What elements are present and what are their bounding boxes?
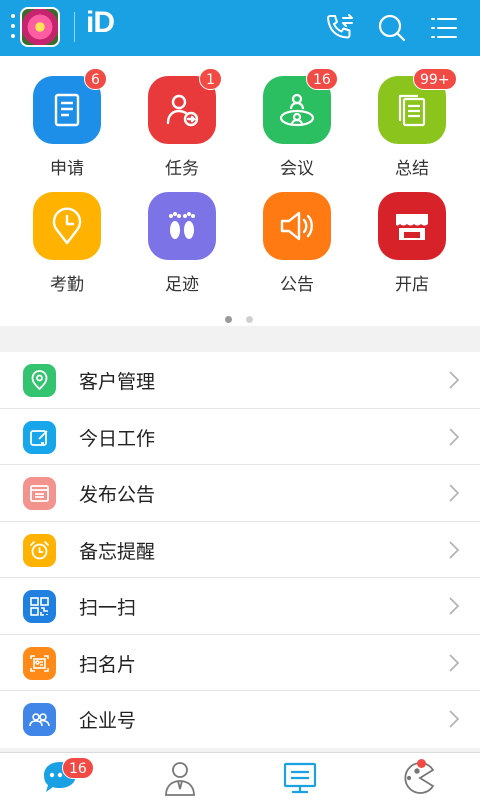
list-item-customer[interactable]: 客户管理: [0, 352, 480, 409]
badge: 99+: [413, 68, 457, 90]
badge: 16: [306, 68, 338, 90]
grid-item-summary[interactable]: 99+ 总结: [345, 56, 465, 179]
grid-item-footprint[interactable]: 足迹: [115, 172, 235, 295]
list-item-label: 客户管理: [79, 371, 156, 393]
list-item-label: 今日工作: [79, 427, 156, 450]
list-item-label: 企业号: [79, 710, 137, 732]
chevron-right-icon: [449, 710, 460, 728]
location-pin-icon: [23, 364, 56, 397]
chevron-right-icon: [449, 597, 460, 615]
tab-workbench[interactable]: [240, 753, 360, 800]
grid-item-label: 开店: [395, 275, 429, 295]
list-item-publish-notice[interactable]: 发布公告: [0, 465, 480, 522]
badge: 16: [62, 757, 94, 779]
group-icon: [23, 703, 56, 736]
feature-grid: 6 申请 1 任务 16 会议 99+ 总结 考勤 足迹 公告 开店: [0, 56, 480, 326]
grid-item-meeting[interactable]: 16 会议: [230, 56, 350, 179]
grid-item-label: 公告: [280, 275, 314, 295]
call-transfer-icon[interactable]: [322, 10, 358, 46]
page-dot[interactable]: [246, 316, 253, 323]
chevron-right-icon: [449, 427, 460, 446]
grid-item-label: 考勤: [50, 275, 84, 295]
browser-icon: [23, 477, 56, 510]
grid-item-announcement[interactable]: 公告: [230, 172, 350, 295]
grid-item-task[interactable]: 1 任务: [115, 56, 235, 179]
page-indicator: [225, 308, 267, 327]
store-icon: [378, 192, 446, 260]
chevron-right-icon: [449, 540, 460, 559]
list-item-label: 扫名片: [79, 653, 137, 676]
bottom-tab-bar: 16: [0, 752, 480, 800]
badge: 1: [199, 68, 222, 90]
speaker-icon: [263, 192, 331, 260]
chevron-right-icon: [449, 371, 460, 389]
app-logo: iD: [86, 6, 115, 39]
grid-item-label: 足迹: [165, 275, 199, 295]
footprints-icon: [148, 192, 216, 260]
header-divider: [74, 12, 75, 42]
chevron-right-icon: [449, 653, 460, 672]
edit-icon: [23, 420, 56, 454]
tab-messages[interactable]: 16: [0, 753, 120, 800]
list-menu-icon[interactable]: [426, 10, 462, 46]
page-dot-active[interactable]: [225, 316, 232, 323]
clock-pin-icon: [33, 192, 101, 260]
grid-item-apply[interactable]: 6 申请: [0, 56, 120, 179]
list-item-scan[interactable]: 扫一扫: [0, 578, 480, 635]
list-item-label: 备忘提醒: [79, 540, 156, 563]
notification-dot: [417, 759, 426, 768]
contacts-icon: [165, 762, 195, 796]
chevron-right-icon: [449, 484, 460, 502]
grid-item-attendance[interactable]: 考勤: [0, 172, 120, 295]
badge: 6: [84, 68, 107, 90]
list-item-memo-reminder[interactable]: 备忘提醒: [0, 522, 480, 578]
app-header: iD: [0, 0, 480, 56]
card-icon: [23, 646, 56, 680]
monitor-icon: [283, 762, 317, 794]
list-item-scan-card[interactable]: 扫名片: [0, 635, 480, 691]
tab-games[interactable]: [360, 753, 480, 800]
avatar[interactable]: [20, 7, 60, 47]
grid-item-open-store[interactable]: 开店: [345, 172, 465, 295]
list-item-enterprise[interactable]: 企业号: [0, 691, 480, 748]
tab-contacts[interactable]: [120, 753, 240, 800]
list-item-label: 发布公告: [79, 484, 156, 506]
menu-dots-icon[interactable]: [11, 14, 15, 42]
qr-code-icon: [23, 590, 56, 623]
search-icon[interactable]: [374, 10, 410, 46]
list-item-today-work[interactable]: 今日工作: [0, 409, 480, 465]
alarm-icon: [23, 533, 56, 567]
menu-list: 客户管理 今日工作 发布公告 备忘提醒 扫一扫 扫名片 企业号: [0, 352, 480, 748]
list-item-label: 扫一扫: [79, 597, 137, 619]
